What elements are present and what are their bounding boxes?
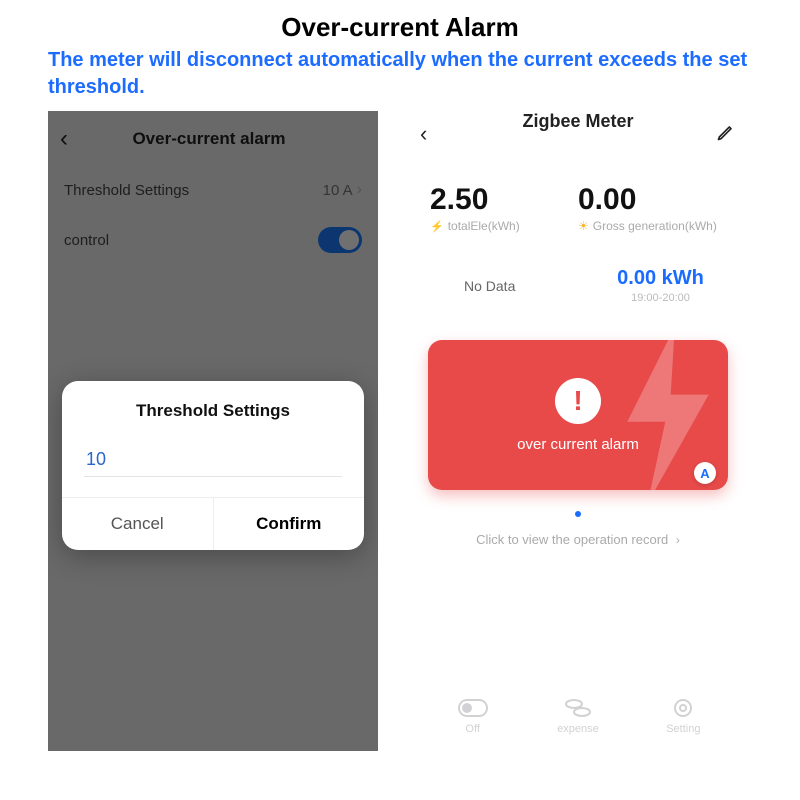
bolt-icon: ⚡ [430,220,444,233]
gross-gen-value: 0.00 [578,183,726,217]
page-title: Over-current Alarm [0,0,800,47]
toggle-off-icon [420,695,525,721]
no-data-label: No Data [430,278,595,294]
threshold-dialog: Threshold Settings Cancel Confirm [62,381,364,550]
tab-setting[interactable]: Setting [631,695,736,735]
gross-gen-stat: 0.00 ☀ Gross generation(kWh) [578,183,726,233]
alarm-card[interactable]: ! over current alarm A [428,340,728,490]
kwh-block: 0.00 kWh 19:00-20:00 [595,267,726,304]
gear-icon [631,695,736,721]
kwh-time: 19:00-20:00 [595,292,726,304]
right-screen-title: Zigbee Meter [408,111,748,132]
phone-left: ‹ Over-current alarm Threshold Settings … [48,111,378,751]
alarm-text: over current alarm [517,436,639,453]
tab-off-label: Off [420,723,525,735]
page-subtitle: The meter will disconnect automatically … [0,47,800,111]
chevron-right-icon: › [676,533,680,547]
tab-expense-label: expense [525,723,630,735]
confirm-button[interactable]: Confirm [213,498,365,550]
operation-record-link[interactable]: Click to view the operation record › [408,528,748,551]
dot-active [575,511,581,517]
dialog-title: Threshold Settings [62,381,364,439]
a-badge: A [694,462,716,484]
sun-icon: ☀ [578,219,589,233]
op-record-label: Click to view the operation record [476,532,668,547]
alert-icon: ! [555,378,601,424]
total-ele-value: 2.50 [430,183,578,217]
cancel-button[interactable]: Cancel [62,498,213,550]
tab-off[interactable]: Off [420,695,525,735]
kwh-value: 0.00 kWh [595,267,726,290]
pager-dots [408,490,748,528]
tabbar: Off expense Setting [408,695,748,735]
phone-right: Zigbee Meter ‹ 2.50 ⚡ totalEle(kWh) 0.00… [408,111,748,751]
tab-setting-label: Setting [631,723,736,735]
modal-overlay: Threshold Settings Cancel Confirm [48,111,378,751]
gross-gen-label: Gross generation(kWh) [593,219,717,233]
coins-icon [525,695,630,721]
total-ele-label: totalEle(kWh) [448,219,520,233]
total-ele-stat: 2.50 ⚡ totalEle(kWh) [430,183,578,233]
tab-expense[interactable]: expense [525,695,630,735]
threshold-input[interactable] [84,443,342,477]
